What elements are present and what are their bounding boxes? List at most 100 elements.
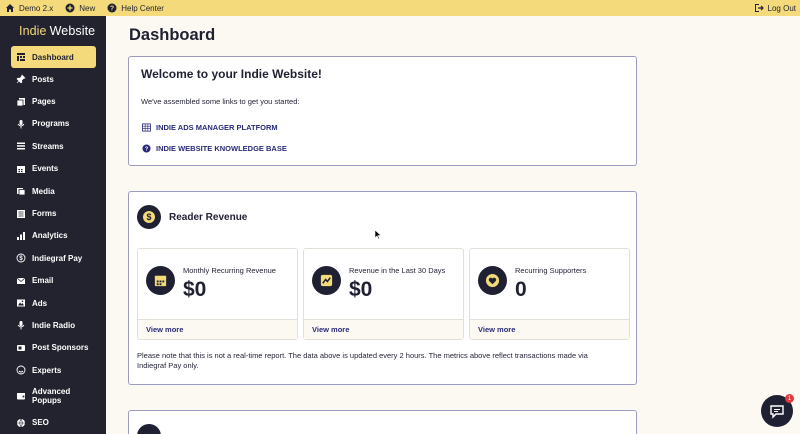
sidebar-item-streams[interactable]: Streams xyxy=(0,135,106,157)
sidebar-item-analytics[interactable]: Analytics xyxy=(0,225,106,247)
sidebar-item-indiegraf-pay[interactable]: $ Indiegraf Pay xyxy=(0,247,106,269)
analytics-icon xyxy=(16,231,26,241)
sidebar-item-label: Media xyxy=(32,186,55,196)
brand-part2: Website xyxy=(49,24,96,38)
sidebar-item-media[interactable]: Media xyxy=(0,180,106,202)
view-more-link[interactable]: View more xyxy=(304,319,463,339)
sidebar: Indie Website Dashboard Posts Pages Prog… xyxy=(0,16,106,434)
welcome-card: Welcome to your Indie Website! We've ass… xyxy=(128,56,637,166)
reader-revenue-heading: Reader Revenue xyxy=(169,211,248,223)
home-icon xyxy=(6,4,14,12)
sidebar-item-label: Indiegraf Pay xyxy=(32,253,83,263)
sidebar-item-events[interactable]: Events xyxy=(0,158,106,180)
sidebar-item-label: Programs xyxy=(32,119,70,129)
chat-icon xyxy=(770,405,784,419)
popups-icon xyxy=(16,391,26,401)
sidebar-item-label: Advanced xyxy=(32,387,71,397)
chat-button[interactable]: 1 xyxy=(761,394,794,427)
experts-icon xyxy=(16,365,26,375)
page-title: Dashboard xyxy=(129,26,216,44)
calendar-stat-icon xyxy=(146,266,175,295)
new-link[interactable]: New xyxy=(59,0,101,16)
forms-icon xyxy=(16,209,26,219)
heart-stat-icon xyxy=(478,266,507,295)
media-icon xyxy=(16,186,26,196)
seo-icon xyxy=(16,418,26,428)
reader-revenue-card: $ Reader Revenue Monthly Recurring Reven… xyxy=(128,191,637,385)
streams-icon xyxy=(16,141,26,151)
radio-icon xyxy=(16,320,26,330)
view-more-link[interactable]: View more xyxy=(470,319,629,339)
logout-icon xyxy=(754,4,764,12)
logout-link[interactable]: Log Out xyxy=(748,0,800,16)
main-content: Dashboard Welcome to your Indie Website!… xyxy=(106,16,800,434)
sidebar-item-label: Streams xyxy=(32,141,64,151)
logout-label: Log Out xyxy=(767,3,796,13)
revenue-note: Please note that this is not a real-time… xyxy=(137,351,588,370)
dollar-circle-icon: $ xyxy=(137,205,161,229)
sidebar-item-label-group: Advanced Popups xyxy=(32,387,70,405)
trend-stat-icon xyxy=(312,266,341,295)
chat-badge: 1 xyxy=(785,394,794,403)
svg-text:?: ? xyxy=(110,6,114,13)
sidebar-item-label: Email xyxy=(32,276,54,286)
sponsors-icon xyxy=(16,343,26,353)
sidebar-item-label-2: Popups xyxy=(32,396,62,406)
site-name: Demo 2.x xyxy=(19,3,54,13)
dollar-icon: $ xyxy=(16,253,26,263)
sidebar-item-pages[interactable]: Pages xyxy=(0,90,106,112)
sidebar-item-label: Analytics xyxy=(32,231,68,241)
dashboard-icon xyxy=(16,52,26,62)
mouse-cursor-icon xyxy=(374,229,382,240)
ads-manager-link-label: INDIE ADS MANAGER PLATFORM xyxy=(156,123,278,132)
stat-value: $0 xyxy=(183,278,207,301)
stat-value: $0 xyxy=(349,278,373,301)
svg-text:?: ? xyxy=(145,147,149,153)
welcome-intro: We've assembled some links to get you st… xyxy=(141,97,300,106)
admin-top-bar: Demo 2.x New ? Help Center Log Out xyxy=(0,0,800,16)
plus-circle-icon xyxy=(65,3,75,13)
sidebar-item-label: Pages xyxy=(32,97,56,107)
stat-label: Monthly Recurring Revenue xyxy=(183,266,276,275)
knowledge-base-link[interactable]: ? INDIE WEBSITE KNOWLEDGE BASE xyxy=(142,144,287,153)
sidebar-item-post-sponsors[interactable]: Post Sponsors xyxy=(0,337,106,359)
sidebar-item-label: Dashboard xyxy=(32,52,74,62)
new-label: New xyxy=(79,3,96,13)
knowledge-base-link-label: INDIE WEBSITE KNOWLEDGE BASE xyxy=(156,144,287,153)
ads-icon xyxy=(16,298,26,308)
sidebar-item-programs[interactable]: Programs xyxy=(0,113,106,135)
svg-text:$: $ xyxy=(146,212,151,222)
question-circle-icon: ? xyxy=(142,144,151,153)
sidebar-item-indie-radio[interactable]: Indie Radio xyxy=(0,314,106,336)
sidebar-item-advanced-popups[interactable]: Advanced Popups xyxy=(0,381,106,411)
brand-part1: Indie xyxy=(19,24,47,38)
sidebar-item-label: Post Sponsors xyxy=(32,343,89,353)
sidebar-item-label: Experts xyxy=(32,365,62,375)
sidebar-item-experts[interactable]: Experts xyxy=(0,359,106,381)
microphone-icon xyxy=(16,119,26,129)
sidebar-item-email[interactable]: Email xyxy=(0,270,106,292)
revenue-last-30-days-stat: Revenue in the Last 30 Days $0 View more xyxy=(303,248,464,340)
monthly-recurring-revenue-stat: Monthly Recurring Revenue $0 View more xyxy=(137,248,298,340)
reader-revenue-header: $ Reader Revenue xyxy=(137,205,247,229)
welcome-heading: Welcome to your Indie Website! xyxy=(141,67,322,81)
ads-manager-link[interactable]: INDIE ADS MANAGER PLATFORM xyxy=(142,123,278,132)
sidebar-item-posts[interactable]: Posts xyxy=(0,68,106,90)
sidebar-nav: Dashboard Posts Pages Programs Streams E… xyxy=(0,46,106,434)
view-more-link[interactable]: View more xyxy=(138,319,297,339)
email-icon xyxy=(16,276,26,286)
sidebar-item-label: Posts xyxy=(32,74,54,84)
sidebar-item-ads[interactable]: Ads xyxy=(0,292,106,314)
site-home-link[interactable]: Demo 2.x xyxy=(0,0,59,16)
sidebar-item-forms[interactable]: Forms xyxy=(0,202,106,224)
next-card-icon xyxy=(137,424,161,434)
pin-icon xyxy=(16,74,26,84)
help-icon: ? xyxy=(107,3,117,13)
brand-logo[interactable]: Indie Website xyxy=(0,16,106,46)
sidebar-item-seo[interactable]: SEO xyxy=(0,411,106,433)
help-center-link[interactable]: ? Help Center xyxy=(101,0,170,16)
next-card xyxy=(128,410,637,434)
stat-label: Revenue in the Last 30 Days xyxy=(349,266,446,275)
pages-icon xyxy=(16,97,26,107)
sidebar-item-dashboard[interactable]: Dashboard xyxy=(11,46,96,68)
